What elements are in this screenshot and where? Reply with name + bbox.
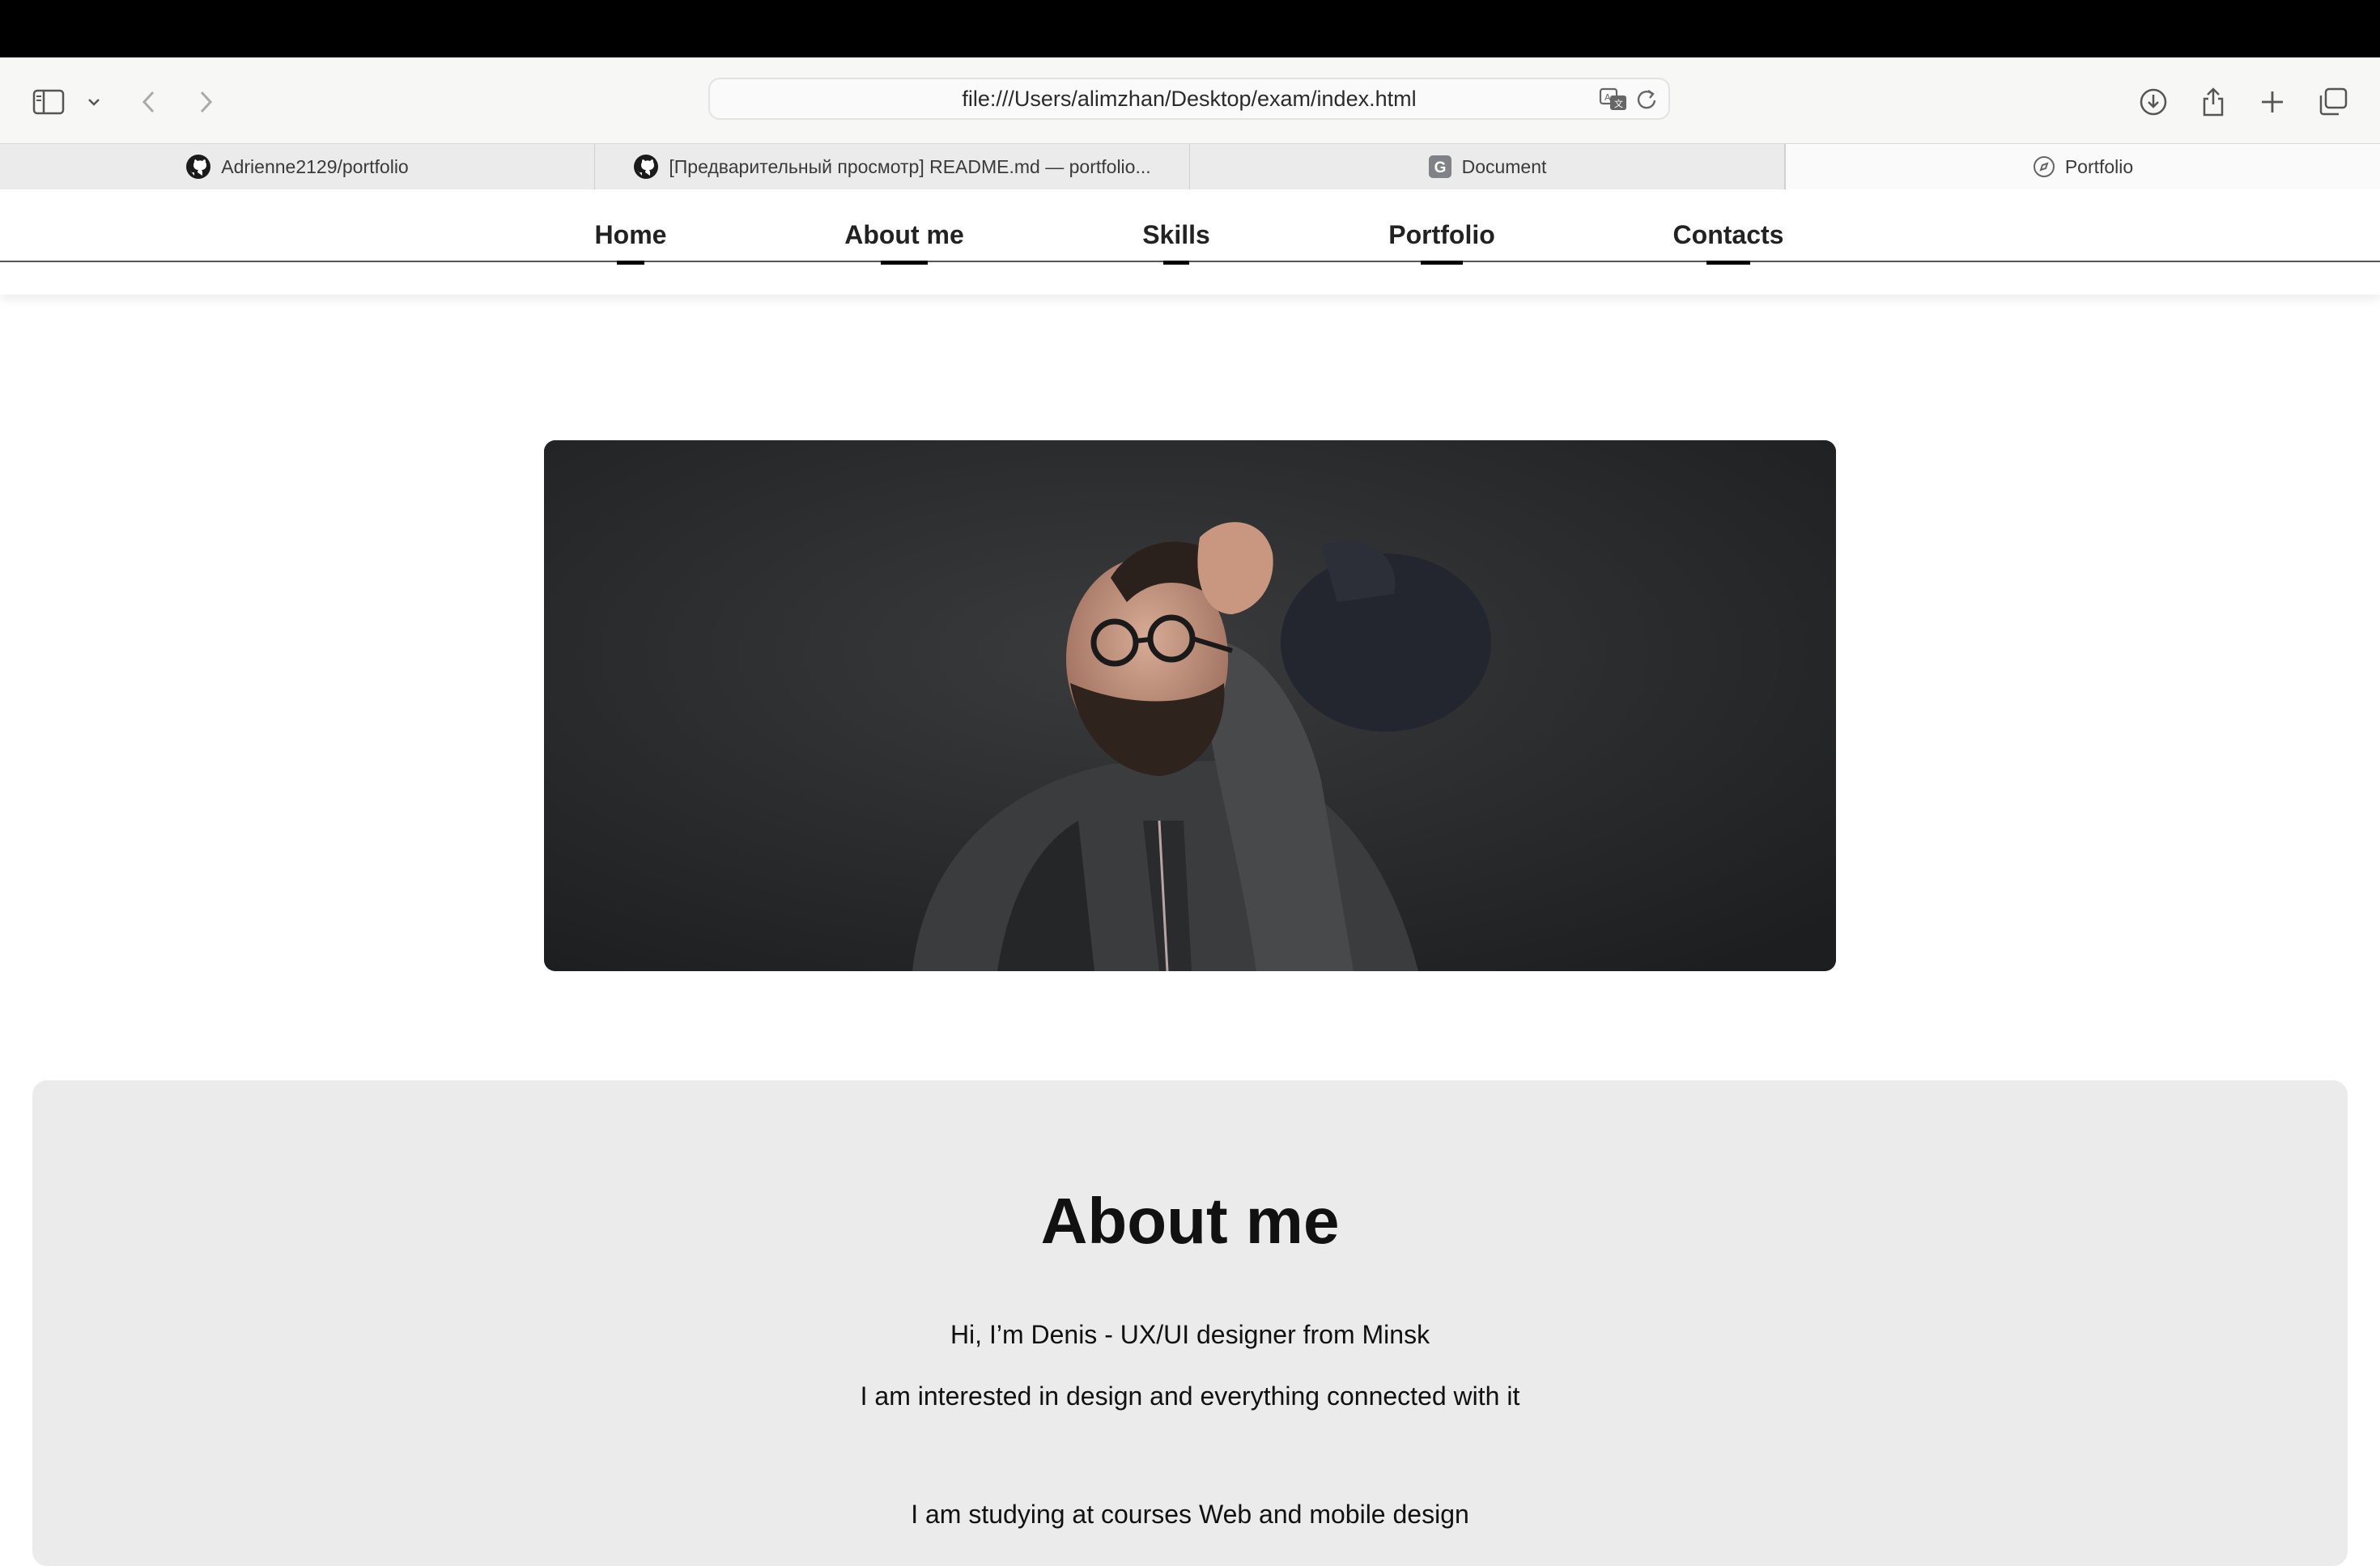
tab-label: Document [1461, 155, 1547, 177]
site-navigation: Home About me Skills Portfolio Contacts [0, 189, 2380, 295]
downloads-icon[interactable] [2134, 83, 2173, 121]
nav-contacts[interactable]: Contacts [1673, 220, 1784, 250]
google-doc-letter: G [1434, 159, 1446, 176]
tab-document[interactable]: G Document [1190, 144, 1785, 189]
url-text[interactable]: file:///Users/alimzhan/Desktop/exam/inde… [710, 79, 1668, 118]
tab-bar: Adrienne2129/portfolio [Предварительный … [0, 143, 2380, 190]
tab-github-readme[interactable]: [Предварительный просмотр] README.md — p… [595, 144, 1190, 189]
tab-github-portfolio[interactable]: Adrienne2129/portfolio [0, 144, 595, 189]
about-section: About me Hi, I’m Denis - UX/UI designer … [32, 1080, 2348, 1566]
nav-underline-home [617, 261, 644, 265]
tab-label: Portfolio [2064, 155, 2134, 177]
about-line-intro: Hi, I’m Denis - UX/UI designer from Mins… [950, 1320, 1430, 1349]
svg-text:文: 文 [1614, 98, 1623, 109]
reload-icon[interactable] [1634, 86, 1662, 113]
back-icon[interactable] [130, 83, 168, 121]
tab-label: Adrienne2129/portfolio [221, 155, 409, 177]
nav-home[interactable]: Home [595, 220, 667, 250]
nav-underline-contacts [1706, 261, 1750, 265]
nav-underline-about [881, 261, 928, 265]
about-line-interest: I am interested in design and everything… [860, 1381, 1520, 1411]
nav-divider [0, 261, 2380, 262]
browser-toolbar: file:///Users/alimzhan/Desktop/exam/inde… [0, 57, 2380, 143]
nav-underline-skills [1163, 261, 1189, 265]
nav-underline-portfolio [1421, 261, 1463, 265]
hero-photo [544, 440, 1836, 971]
menu-bar [0, 0, 2380, 57]
sidebar-toggle-icon[interactable] [29, 83, 68, 121]
about-title: About me [1040, 1185, 1340, 1257]
tab-portfolio[interactable]: Portfolio [1785, 144, 2380, 189]
forward-icon[interactable] [186, 83, 225, 121]
svg-text:A: A [1604, 92, 1611, 103]
new-tab-icon[interactable] [2253, 83, 2292, 121]
nav-skills[interactable]: Skills [1142, 220, 1210, 250]
nav-about[interactable]: About me [844, 220, 964, 250]
github-icon [633, 154, 659, 180]
tab-overview-icon[interactable] [2314, 83, 2352, 121]
github-icon [185, 154, 211, 180]
tab-label: [Предварительный просмотр] README.md — p… [669, 155, 1151, 177]
chevron-down-icon[interactable] [74, 83, 113, 121]
google-doc-icon: G [1428, 155, 1452, 179]
compass-icon [2033, 155, 2055, 178]
translate-icon[interactable]: A文 [1599, 86, 1626, 113]
nav-portfolio[interactable]: Portfolio [1388, 220, 1495, 250]
share-icon[interactable] [2194, 83, 2233, 121]
address-bar[interactable]: file:///Users/alimzhan/Desktop/exam/inde… [708, 78, 1670, 120]
about-line-study: I am studying at courses Web and mobile … [911, 1500, 1469, 1529]
